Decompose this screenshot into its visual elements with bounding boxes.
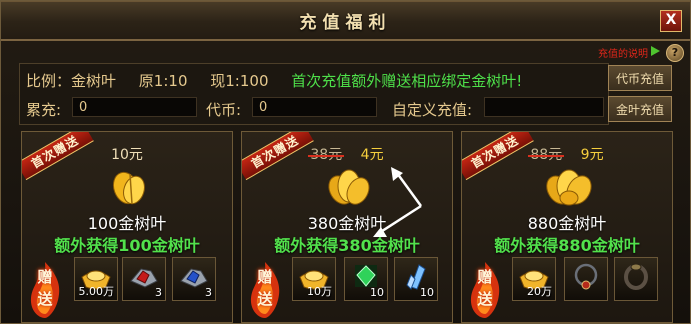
custom-recharge-input[interactable] — [484, 97, 604, 117]
gift-label: 赠送 — [37, 268, 53, 308]
bonus-text: 额外获得880金树叶 — [494, 236, 640, 255]
reward-slot-necklace[interactable] — [564, 257, 608, 301]
discount-price: 9元 — [580, 147, 604, 163]
slot-count: 3 — [155, 286, 162, 299]
custom-recharge-label: 自定义充值: — [392, 101, 473, 119]
leaf-amount: 100金树叶 — [87, 214, 167, 233]
recharge-card-38[interactable]: 首次赠送 38元 4元 380金树叶 额外获得380金树叶 赠送 10万 10 … — [241, 131, 453, 323]
original-price: 38元 — [310, 147, 343, 163]
ring-icon — [624, 263, 648, 290]
slot-count: 5.00万 — [78, 285, 115, 298]
reward-slot-green-crystal[interactable]: 10 — [344, 257, 388, 301]
ratio-row: 比例：金树叶 原1:10 现1:100 首次充值额外赠送相应绑定金树叶! — [26, 70, 522, 91]
gift-label: 赠送 — [257, 268, 273, 308]
bonus-text: 额外获得380金树叶 — [274, 236, 420, 255]
leaf-amount: 880金树叶 — [527, 214, 607, 233]
recharge-help-link[interactable]: 充值的说明 — [598, 45, 648, 60]
original-ratio: 原1:10 — [138, 72, 188, 90]
price-row: 10元 — [22, 144, 232, 164]
gift-label: 赠送 — [477, 268, 493, 308]
title-bar: 充值福利 X — [1, 1, 690, 41]
reward-slot-ring[interactable] — [614, 257, 658, 301]
gold-leaf-icon — [112, 171, 145, 205]
info-panel: 比例：金树叶 原1:10 现1:100 首次充值额外赠送相应绑定金树叶! 累充:… — [19, 63, 609, 125]
slot-count: 10 — [420, 286, 434, 299]
ratio-label: 比例：金树叶 — [26, 72, 117, 90]
leaf-amount: 380金树叶 — [307, 214, 387, 233]
bonus-text: 额外获得100金树叶 — [54, 236, 200, 255]
coin-label: 代币: — [206, 101, 242, 119]
gift-flame-badge: 赠送 — [246, 260, 284, 320]
total-recharge-field: 0 — [72, 97, 197, 117]
gold-leaf-icon — [328, 169, 370, 205]
reward-slot-gold[interactable]: 20万 — [512, 257, 556, 301]
current-ratio: 现1:100 — [210, 72, 269, 90]
balance-row: 累充: 0 代币: 0 自定义充值: — [26, 97, 606, 121]
price-row: 38元 4元 — [242, 144, 452, 164]
close-button[interactable]: X — [660, 10, 682, 32]
price-row: 88元 9元 — [462, 144, 672, 164]
recharge-card-10[interactable]: 首次赠送 10元 100金树叶 额外获得100金树叶 赠送 5.00万 3 3 — [21, 131, 233, 323]
reward-slot-red-gem[interactable]: 3 — [122, 257, 166, 301]
discount-price: 4元 — [360, 147, 384, 163]
reward-slot-gold[interactable]: 10万 — [292, 257, 336, 301]
total-recharge-label: 累充: — [26, 101, 62, 119]
coin-recharge-button[interactable]: 代币充值 — [608, 65, 672, 91]
leaf-recharge-button[interactable]: 金叶充值 — [608, 96, 672, 122]
gift-flame-badge: 赠送 — [26, 260, 64, 320]
price: 10元 — [111, 147, 143, 163]
help-icon[interactable]: ? — [666, 44, 684, 62]
original-price: 88元 — [530, 147, 563, 163]
coin-field: 0 — [252, 97, 377, 117]
slot-count: 10 — [370, 286, 384, 299]
necklace-icon — [574, 263, 598, 290]
reward-slot-gold[interactable]: 5.00万 — [74, 257, 118, 301]
slot-count: 10万 — [307, 285, 332, 298]
reward-slot-blue-gem[interactable]: 3 — [172, 257, 216, 301]
green-arrow-icon — [651, 46, 660, 56]
gift-flame-badge: 赠送 — [466, 260, 504, 320]
slot-count: 20万 — [527, 285, 552, 298]
reward-slot-blue-crystal[interactable]: 10 — [394, 257, 438, 301]
slot-count: 3 — [205, 286, 212, 299]
recharge-card-88[interactable]: 首次赠送 88元 9元 880金树叶 额外获得880金树叶 赠送 20万 — [461, 131, 673, 323]
recharge-bonus-window: 充值福利 X 充值的说明 ? 比例：金树叶 原1:10 现1:100 首次充值额… — [0, 0, 691, 324]
window-title: 充值福利 — [299, 13, 392, 33]
gold-leaf-icon — [546, 169, 592, 206]
first-recharge-promo: 首次充值额外赠送相应绑定金树叶! — [291, 72, 523, 90]
